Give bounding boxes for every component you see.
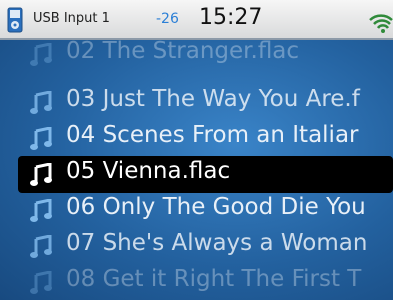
track-item-selected[interactable]: 05 Vienna.flac <box>18 156 393 193</box>
track-title: 04 Scenes From an Italiar <box>66 122 359 148</box>
wifi-icon <box>369 14 393 33</box>
track-title: 07 She's Always a Woman <box>66 230 368 256</box>
music-note-icon <box>30 91 52 114</box>
music-note-icon <box>30 127 52 150</box>
music-note-icon <box>30 163 52 186</box>
track-list[interactable]: 02 The Stranger.flac 03 Just The Way You… <box>0 40 393 300</box>
music-note-icon <box>30 271 52 294</box>
volume-level: -26 <box>156 11 179 27</box>
track-title: 08 Get it Right The First T <box>66 266 362 292</box>
music-note-icon <box>30 43 52 66</box>
source-label: USB Input 1 <box>33 11 110 26</box>
media-player-icon <box>7 7 23 33</box>
track-title: 02 The Stranger.flac <box>66 40 300 64</box>
track-item[interactable]: 04 Scenes From an Italiar <box>18 120 393 157</box>
music-note-icon <box>30 235 52 258</box>
track-title: 05 Vienna.flac <box>66 158 231 184</box>
status-bar: USB Input 1 -26 15:27 <box>0 0 393 40</box>
track-title: 06 Only The Good Die You <box>66 194 366 220</box>
track-item[interactable]: 07 She's Always a Woman <box>18 228 393 265</box>
track-item[interactable]: 03 Just The Way You Are.f <box>18 84 393 121</box>
track-title: 03 Just The Way You Are.f <box>66 86 360 112</box>
track-item[interactable]: 02 The Stranger.flac <box>18 40 393 73</box>
track-item[interactable]: 06 Only The Good Die You <box>18 192 393 229</box>
music-note-icon <box>30 199 52 222</box>
clock: 15:27 <box>199 5 263 30</box>
track-item[interactable]: 08 Get it Right The First T <box>18 264 393 300</box>
